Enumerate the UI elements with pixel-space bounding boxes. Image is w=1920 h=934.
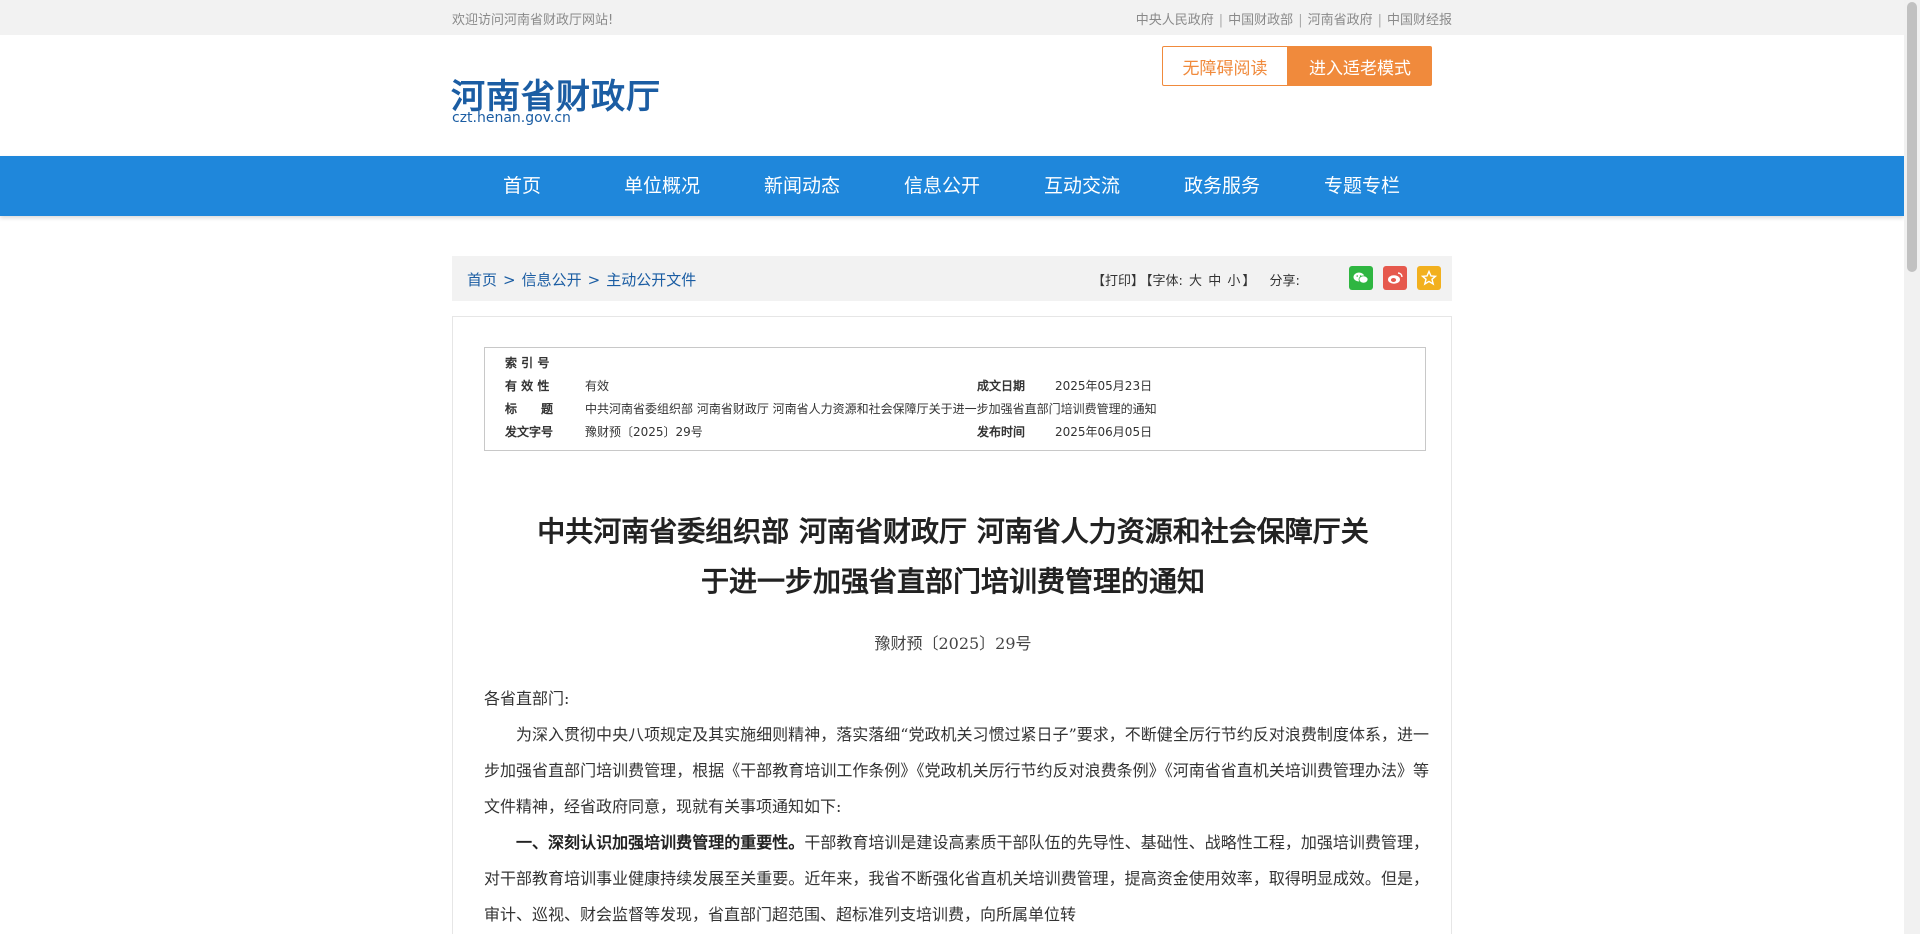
article-title-line: 中共河南省委组织部 河南省财政厅 河南省人力资源和社会保障厅关 bbox=[537, 515, 1369, 548]
top-bar: 欢迎访问河南省财政厅网站! 中央人民政府 | 中国财政部 | 河南省政府 | 中国财经报 bbox=[0, 0, 1904, 35]
nav-item-interaction[interactable]: 互动交流 bbox=[1012, 156, 1152, 216]
breadcrumb-separator: > bbox=[503, 271, 516, 289]
breadcrumb-separator: > bbox=[587, 271, 601, 289]
meta-validity-value: 有效 bbox=[585, 379, 610, 393]
site-header: 河南省财政厅 czt.henan.gov.cn 无障碍阅读 进入适老模式 bbox=[0, 35, 1904, 156]
weibo-icon[interactable] bbox=[1383, 266, 1407, 290]
separator: | bbox=[1377, 13, 1382, 28]
meta-validity-label: 有 效 性 bbox=[505, 379, 550, 393]
share-label: 分享: bbox=[1269, 274, 1300, 289]
link-central-government[interactable]: 中央人民政府 bbox=[1136, 13, 1214, 28]
breadcrumb-active-files[interactable]: 主动公开文件 bbox=[606, 271, 696, 289]
meta-docno-label: 发文字号 bbox=[505, 425, 554, 439]
elder-mode-button[interactable]: 进入适老模式 bbox=[1288, 46, 1432, 86]
section-heading: 一、深刻认识加强培训费管理的重要性。 bbox=[516, 833, 805, 852]
print-button[interactable]: 【打印】 bbox=[1092, 274, 1144, 289]
article-salutation: 各省直部门: bbox=[484, 689, 570, 708]
nav-item-topics[interactable]: 专题专栏 bbox=[1292, 156, 1432, 216]
meta-publish-label: 发布时间 bbox=[977, 425, 1026, 439]
nav-item-news[interactable]: 新闻动态 bbox=[732, 156, 872, 216]
article-title-line: 于进一步加强省直部门培训费管理的通知 bbox=[700, 565, 1205, 598]
separator: | bbox=[1298, 13, 1303, 28]
meta-row: 发文字号 豫财预〔2025〕29号 发布时间 2025年06月05日 bbox=[485, 423, 1425, 446]
meta-date-label: 成文日期 bbox=[977, 379, 1026, 393]
separator: | bbox=[1218, 13, 1224, 28]
article-body: 各省直部门: 为深入贯彻中央八项规定及其实施细则精神，落实落细“党政机关习惯过紧… bbox=[484, 681, 1429, 933]
nav-item-disclosure[interactable]: 信息公开 bbox=[872, 156, 1012, 216]
meta-publish-value: 2025年06月05日 bbox=[1055, 425, 1153, 439]
font-size-label: 【字体: bbox=[1146, 274, 1183, 289]
meta-title-label: 标 题 bbox=[505, 402, 554, 416]
font-size-end: 】 bbox=[1242, 274, 1256, 289]
scrollbar-thumb[interactable] bbox=[1907, 2, 1917, 272]
external-links: 中央人民政府 | 中国财政部 | 河南省政府 | 中国财经报 bbox=[1136, 9, 1452, 28]
meta-index-label: 索 引 号 bbox=[505, 356, 550, 370]
main-nav: 首页 单位概况 新闻动态 信息公开 互动交流 政务服务 专题专栏 bbox=[0, 156, 1904, 216]
link-finance-news[interactable]: 中国财经报 bbox=[1387, 13, 1452, 28]
accessibility-reading-button[interactable]: 无障碍阅读 bbox=[1162, 46, 1288, 86]
meta-row: 索 引 号 bbox=[485, 354, 1425, 377]
nav-item-overview[interactable]: 单位概况 bbox=[592, 156, 732, 216]
article-container: 索 引 号 有 效 性 有效 成文日期 2025年05月23日 标 题 中共河南… bbox=[452, 316, 1452, 934]
meta-row: 标 题 中共河南省委组织部 河南省财政厅 河南省人力资源和社会保障厅关于进一步加… bbox=[485, 400, 1425, 423]
page-scrollbar[interactable] bbox=[1904, 0, 1920, 934]
link-henan-government[interactable]: 河南省政府 bbox=[1308, 13, 1373, 28]
font-small-button[interactable]: 小 bbox=[1227, 274, 1240, 289]
link-ministry-of-finance[interactable]: 中国财政部 bbox=[1228, 13, 1293, 28]
share-icons bbox=[1349, 266, 1441, 290]
meta-row: 有 效 性 有效 成文日期 2025年05月23日 bbox=[485, 377, 1425, 400]
meta-docno-value: 豫财预〔2025〕29号 bbox=[585, 425, 703, 439]
font-large-button[interactable]: 大 bbox=[1189, 274, 1202, 289]
favorite-icon[interactable] bbox=[1417, 266, 1441, 290]
meta-date-value: 2025年05月23日 bbox=[1055, 379, 1153, 393]
site-logo-url: czt.henan.gov.cn bbox=[452, 110, 571, 126]
font-medium-button[interactable]: 中 bbox=[1208, 274, 1221, 289]
article-doc-number: 豫财预〔2025〕29号 bbox=[874, 634, 1032, 653]
document-metadata-table: 索 引 号 有 效 性 有效 成文日期 2025年05月23日 标 题 中共河南… bbox=[484, 347, 1426, 451]
wechat-icon[interactable] bbox=[1349, 266, 1373, 290]
breadcrumb-disclosure[interactable]: 信息公开 bbox=[522, 271, 582, 289]
breadcrumb-home[interactable]: 首页 bbox=[467, 271, 497, 289]
nav-item-services[interactable]: 政务服务 bbox=[1152, 156, 1292, 216]
article-paragraph: 一、深刻认识加强培训费管理的重要性。干部教育培训是建设高素质干部队伍的先导性、基… bbox=[484, 825, 1429, 933]
welcome-text: 欢迎访问河南省财政厅网站! bbox=[452, 13, 614, 28]
article-paragraph: 为深入贯彻中央八项规定及其实施细则精神，落实落细“党政机关习惯过紧日子”要求，不… bbox=[484, 725, 1429, 816]
meta-title-value: 中共河南省委组织部 河南省财政厅 河南省人力资源和社会保障厅关于进一步加强省直部… bbox=[585, 402, 1157, 416]
article-title: 中共河南省委组织部 河南省财政厅 河南省人力资源和社会保障厅关 于进一步加强省直… bbox=[473, 507, 1433, 607]
page-tools: 【打印】 【字体: 大 中 小】 分享: bbox=[1092, 270, 1302, 289]
nav-item-home[interactable]: 首页 bbox=[452, 156, 592, 216]
breadcrumb-bar: 首页 > 信息公开 > 主动公开文件 【打印】 【字体: 大 中 小】 分享: bbox=[452, 256, 1452, 301]
breadcrumb: 首页 > 信息公开 > 主动公开文件 bbox=[467, 269, 696, 290]
